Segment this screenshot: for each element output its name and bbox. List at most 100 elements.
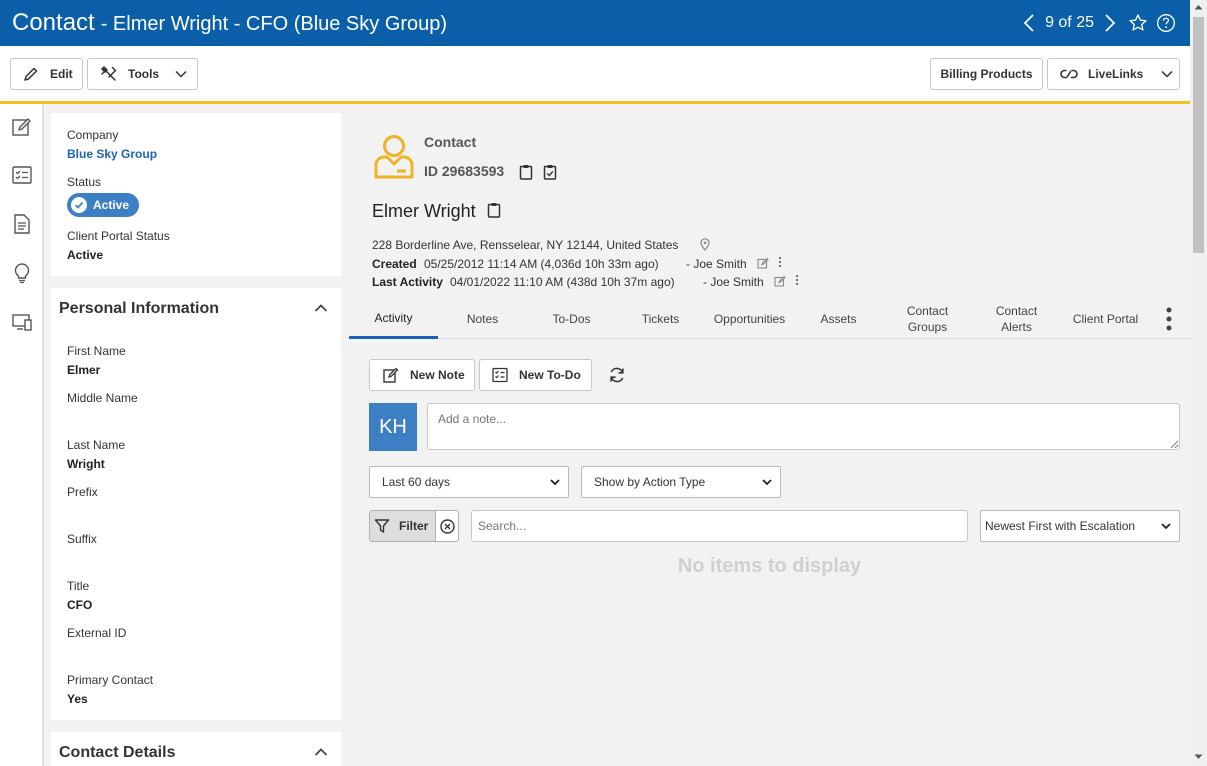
tab-notes[interactable]: Notes	[438, 299, 527, 339]
filter-button[interactable]: Filter	[369, 510, 436, 542]
refresh-icon[interactable]	[608, 366, 626, 384]
edit-icon[interactable]	[11, 116, 33, 138]
chevron-right-icon[interactable]	[1096, 0, 1124, 46]
title-value: CFO	[67, 598, 93, 612]
tab-activity[interactable]: Activity	[349, 299, 438, 339]
note-input[interactable]	[427, 403, 1180, 450]
check-circle-icon	[71, 197, 87, 213]
checklist-icon	[492, 367, 508, 383]
status-badge-label: Active	[93, 198, 130, 212]
pager-count: 9 of 25	[1045, 14, 1094, 31]
edit-icon[interactable]	[774, 275, 786, 287]
tools-button-label: Tools	[128, 67, 160, 81]
contact-name: Elmer Wright	[372, 201, 476, 221]
edit-button[interactable]: Edit	[10, 58, 83, 90]
tools-button[interactable]: Tools	[87, 58, 198, 90]
record-id: ID 29683593	[424, 163, 505, 179]
contact-person-icon	[374, 135, 414, 179]
sort-order-select[interactable]: Newest First with Escalation	[980, 510, 1180, 542]
livelinks-button[interactable]: LiveLinks	[1047, 58, 1180, 90]
chevron-down-icon	[1161, 70, 1173, 78]
more-vertical-icon[interactable]	[795, 274, 799, 286]
sort-order-value: Newest First with Escalation	[985, 519, 1136, 533]
chevron-left-icon[interactable]	[1015, 0, 1043, 46]
tab-to-dos[interactable]: To-Dos	[527, 299, 616, 339]
map-pin-icon[interactable]	[700, 238, 710, 251]
avatar-initials: KH	[379, 415, 407, 438]
last-activity-label: Last Activity	[372, 275, 443, 289]
search-input[interactable]	[471, 510, 968, 542]
new-to-do-label: New To-Do	[519, 368, 581, 382]
last-name-value: Wright	[67, 457, 105, 471]
suffix-label: Suffix	[67, 532, 97, 546]
page-header: Contact - Elmer Wright - CFO (Blue Sky G…	[0, 0, 1190, 46]
new-to-do-button[interactable]: New To-Do	[479, 359, 592, 391]
personal-information-panel: Personal Information First Name Elmer Mi…	[51, 288, 341, 720]
devices-icon[interactable]	[11, 311, 33, 333]
help-icon[interactable]	[1152, 0, 1180, 46]
tab-opportunities[interactable]: Opportunities	[705, 299, 794, 339]
action-type-select[interactable]: Show by Action Type	[581, 466, 781, 498]
clipboard-icon[interactable]	[487, 202, 501, 218]
clipboard-check-icon[interactable]	[543, 164, 557, 180]
chevron-down-icon	[550, 479, 560, 486]
more-vertical-icon[interactable]	[1166, 306, 1172, 332]
page-title-entity: Contact	[12, 9, 95, 36]
middle-name-label: Middle Name	[67, 391, 138, 405]
status-badge: Active	[67, 193, 139, 217]
chevron-up-icon[interactable]	[314, 303, 328, 313]
tab-contact-groups[interactable]: Contact Groups	[883, 299, 972, 339]
header-controls: 9 of 25	[1015, 0, 1190, 46]
page-scrollbar[interactable]	[1190, 0, 1207, 766]
document-icon[interactable]	[11, 213, 33, 235]
action-type-value: Show by Action Type	[594, 475, 706, 489]
tab-client-portal[interactable]: Client Portal	[1061, 299, 1150, 339]
billing-products-label: Billing Products	[940, 67, 1033, 81]
created-by: - Joe Smith	[686, 257, 747, 271]
clear-filter-button[interactable]	[435, 510, 459, 542]
lightbulb-icon[interactable]	[11, 262, 33, 284]
clear-circle-icon	[439, 518, 455, 534]
tab-tickets[interactable]: Tickets	[616, 299, 705, 339]
chevron-down-icon	[1161, 523, 1171, 530]
scroll-up-arrow-icon[interactable]	[1194, 4, 1203, 10]
tools-icon	[100, 65, 117, 81]
created-value: 05/25/2012 11:14 AM (4,036d 10h 33m ago)	[424, 257, 659, 271]
main-content: Contact ID 29683593 Elmer Wright 228 Bor…	[349, 113, 1190, 766]
last-name-label: Last Name	[67, 438, 126, 452]
billing-products-button[interactable]: Billing Products	[930, 58, 1043, 90]
star-icon[interactable]	[1124, 0, 1152, 46]
created-label: Created	[372, 257, 417, 271]
edit-button-label: Edit	[50, 67, 73, 81]
tab-assets[interactable]: Assets	[794, 299, 883, 339]
first-name-label: First Name	[67, 344, 126, 358]
new-note-label: New Note	[410, 368, 465, 382]
checklist-icon[interactable]	[11, 164, 33, 186]
new-note-icon	[383, 367, 399, 383]
chevron-down-icon	[762, 479, 772, 486]
clipboard-icon[interactable]	[519, 164, 533, 180]
link-icon	[1060, 69, 1078, 79]
status-label: Status	[67, 175, 102, 189]
company-link[interactable]: Blue Sky Group	[67, 147, 157, 161]
page-title: Contact - Elmer Wright - CFO (Blue Sky G…	[0, 9, 447, 37]
new-note-button[interactable]: New Note	[369, 359, 475, 391]
scrollbar-thumb[interactable]	[1193, 17, 1204, 253]
more-vertical-icon[interactable]	[778, 256, 782, 268]
tab-contact-alerts[interactable]: Contact Alerts	[972, 299, 1061, 339]
record-type-label: Contact	[424, 134, 477, 150]
filter-icon	[374, 519, 390, 533]
portal-status-label: Client Portal Status	[67, 229, 170, 243]
chevron-up-icon[interactable]	[314, 747, 328, 757]
primary-contact-value: Yes	[67, 692, 88, 706]
scroll-down-arrow-icon[interactable]	[1194, 754, 1203, 760]
summary-panel: Company Blue Sky Group Status Active Cli…	[51, 113, 341, 276]
portal-status-value: Active	[67, 248, 104, 262]
last-activity-value: 04/01/2022 11:10 AM (438d 10h 37m ago)	[450, 275, 675, 289]
edit-icon[interactable]	[757, 257, 769, 269]
left-icon-rail	[0, 104, 44, 766]
external-id-label: External ID	[67, 626, 127, 640]
date-range-select[interactable]: Last 60 days	[369, 466, 569, 498]
contact-details-panel: Contact Details	[51, 732, 341, 766]
page-title-record: - Elmer Wright - CFO (Blue Sky Group)	[100, 13, 448, 35]
